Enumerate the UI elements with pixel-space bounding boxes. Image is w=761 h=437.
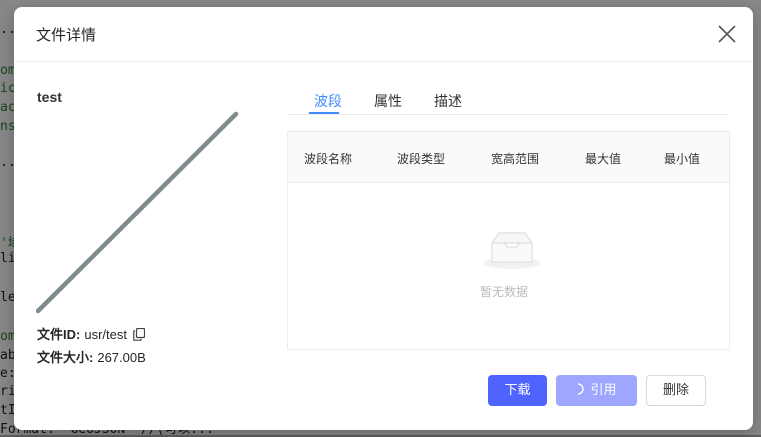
close-button[interactable] — [714, 21, 740, 47]
empty-text: 暂无数据 — [480, 285, 529, 299]
tab-active-indicator — [309, 112, 339, 114]
empty-inbox-icon — [484, 232, 540, 269]
copy-icon[interactable] — [133, 327, 146, 341]
preview-line — [36, 111, 239, 314]
cite-button[interactable]: 引用 — [556, 375, 637, 406]
tab-attributes[interactable]: 属性 — [374, 91, 402, 111]
modal-header: 文件详情 — [14, 7, 753, 62]
file-details-modal: 文件详情 test 文件ID: usr/test 文件大小: 267.00B 波段 … — [14, 7, 753, 430]
tab-bands[interactable]: 波段 — [314, 91, 342, 111]
table-header: 波段名称 波段类型 宽高范围 最大值 最小值 — [288, 132, 729, 183]
loading-spinner-icon — [578, 383, 585, 395]
tab-description[interactable]: 描述 — [434, 91, 462, 111]
file-name: test — [37, 89, 62, 105]
geometry-preview — [36, 111, 239, 314]
watermark: CSDN @此星光明 — [612, 410, 719, 425]
column-header-size-range: 宽高范围 — [491, 152, 540, 166]
tab-bar: 波段 属性 描述 — [288, 87, 728, 115]
file-id-value: usr/test — [84, 327, 127, 342]
column-header-band-type: 波段类型 — [397, 152, 446, 166]
delete-button[interactable]: 删除 — [646, 375, 706, 406]
file-size-value: 267.00B — [97, 350, 146, 365]
file-size-label: 文件大小: — [37, 350, 94, 365]
column-header-min: 最小值 — [664, 152, 701, 166]
download-button[interactable]: 下载 — [488, 375, 547, 406]
column-header-max: 最大值 — [585, 152, 622, 166]
file-id-label: 文件ID: — [37, 327, 81, 342]
file-size-row: 文件大小: 267.00B — [37, 347, 146, 366]
bands-table: 波段名称 波段类型 宽高范围 最大值 最小值 暂无数据 — [287, 131, 730, 350]
modal-title: 文件详情 — [36, 26, 97, 44]
close-icon — [718, 25, 736, 43]
file-id-row: 文件ID: usr/test — [37, 324, 146, 343]
cite-button-label: 引用 — [590, 383, 617, 398]
column-header-band-name: 波段名称 — [304, 152, 353, 166]
